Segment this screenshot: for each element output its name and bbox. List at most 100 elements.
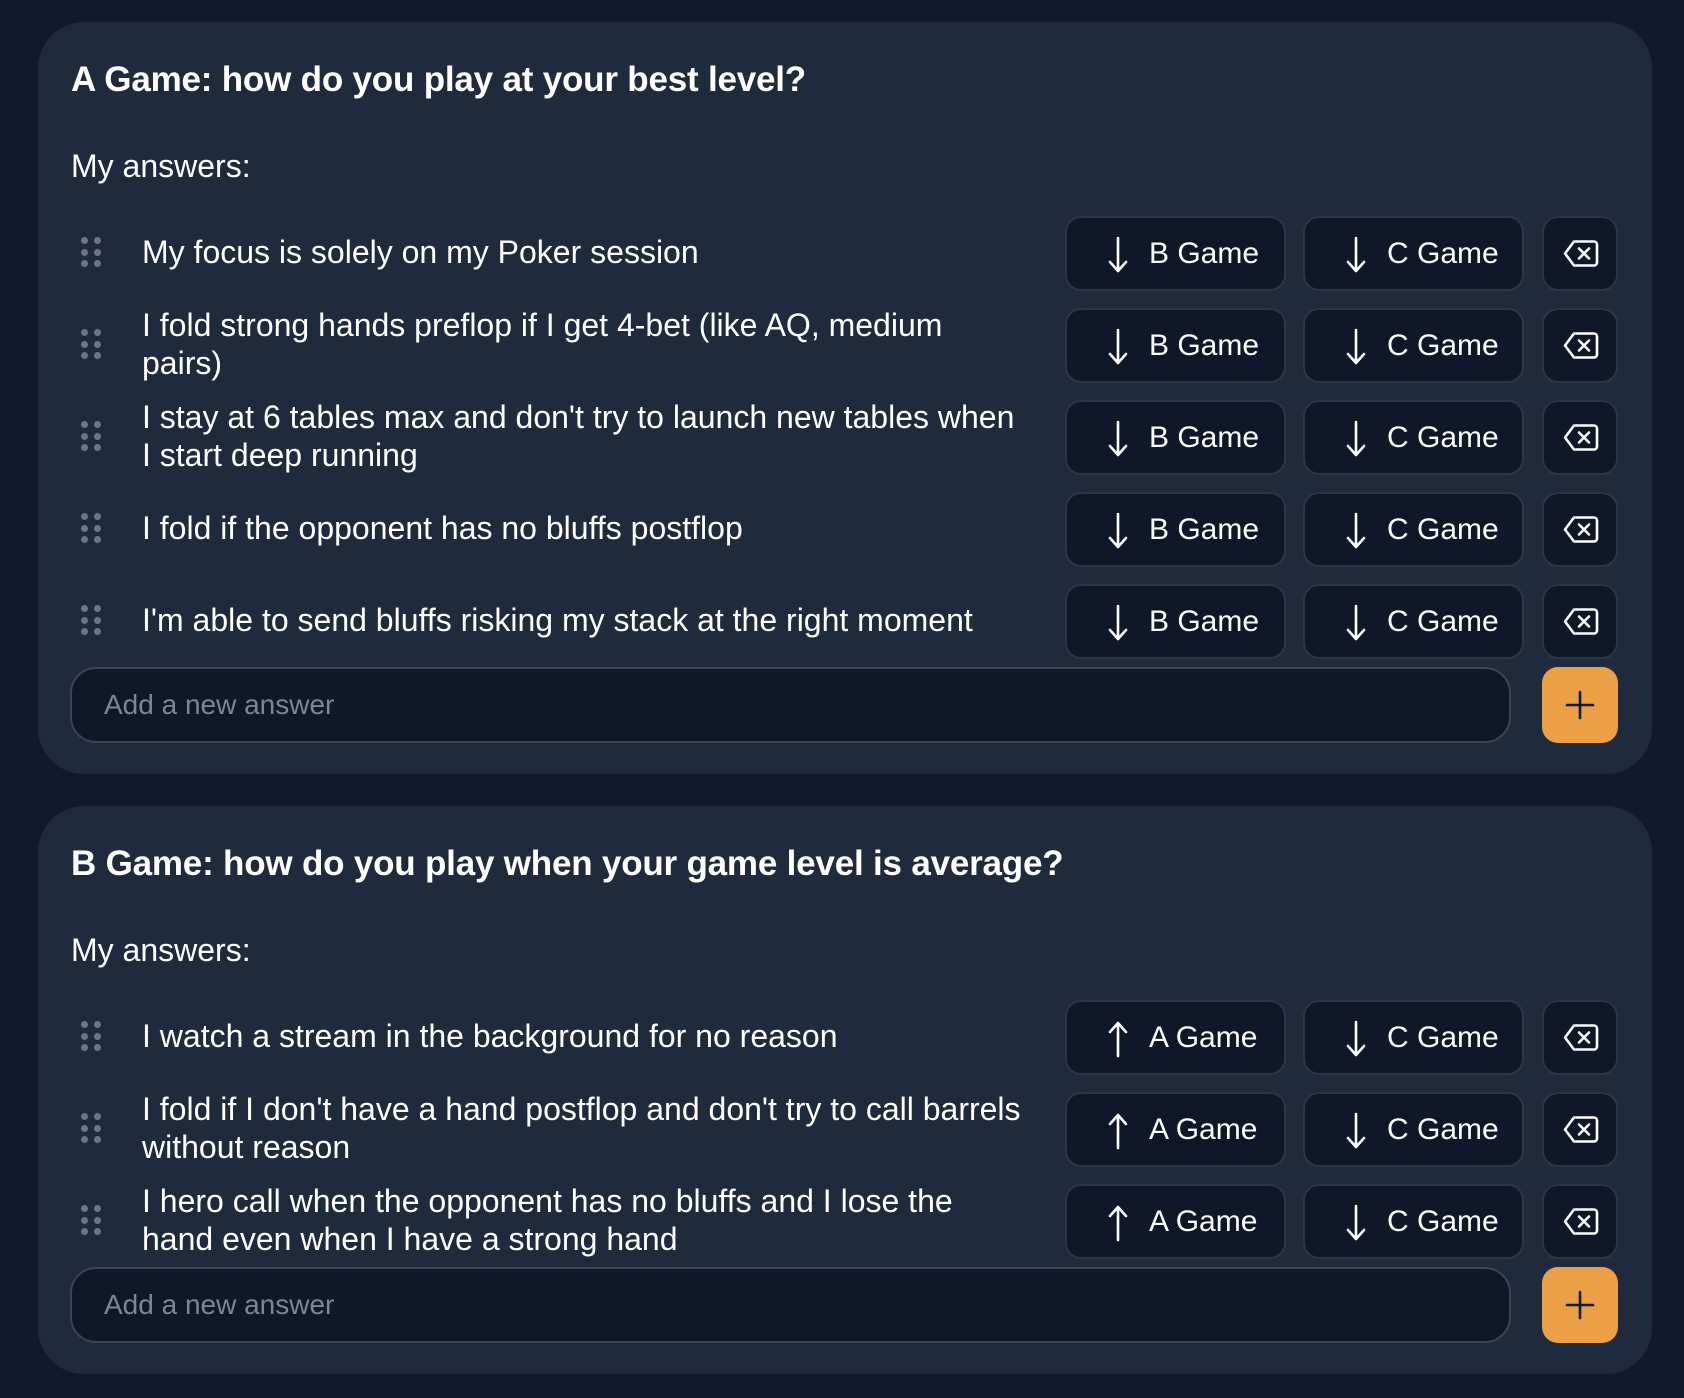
drag-handle-icon[interactable] bbox=[81, 237, 101, 267]
move-button-label: B Game bbox=[1149, 605, 1260, 638]
move-to-c-game-button[interactable]: C Game bbox=[1303, 1092, 1524, 1167]
move-to-b-game-button[interactable]: B Game bbox=[1065, 308, 1286, 383]
move-to-c-game-button[interactable]: C Game bbox=[1303, 1184, 1524, 1259]
arrow-down-icon bbox=[1346, 328, 1366, 365]
move-button-label: C Game bbox=[1387, 237, 1499, 270]
answers-label: My answers: bbox=[71, 148, 251, 184]
add-answer-button[interactable] bbox=[1542, 667, 1618, 743]
answer-text: I'm able to send bluffs risking my stack… bbox=[142, 602, 973, 638]
backspace-icon bbox=[1563, 608, 1599, 635]
section-title: A Game: how do you play at your best lev… bbox=[71, 60, 806, 99]
arrow-up-icon bbox=[1108, 1205, 1128, 1242]
delete-answer-button[interactable] bbox=[1542, 1092, 1618, 1167]
move-button-label: C Game bbox=[1387, 513, 1499, 546]
answer-row: I stay at 6 tables max and don't try to … bbox=[38, 390, 1652, 482]
delete-answer-button[interactable] bbox=[1542, 216, 1618, 291]
answers-label: My answers: bbox=[71, 932, 251, 968]
add-answer-row bbox=[38, 667, 1652, 743]
drag-handle-icon[interactable] bbox=[81, 513, 101, 543]
answer-row: My focus is solely on my Poker session B… bbox=[38, 206, 1652, 298]
move-to-a-game-button[interactable]: A Game bbox=[1065, 1184, 1286, 1259]
move-button-label: C Game bbox=[1387, 421, 1499, 454]
move-button-label: B Game bbox=[1149, 329, 1260, 362]
arrow-down-icon bbox=[1346, 1020, 1366, 1057]
delete-answer-button[interactable] bbox=[1542, 584, 1618, 659]
answers-list: I watch a stream in the background for n… bbox=[38, 990, 1652, 1266]
answers-list: My focus is solely on my Poker session B… bbox=[38, 206, 1652, 666]
delete-answer-button[interactable] bbox=[1542, 400, 1618, 475]
arrow-down-icon bbox=[1346, 420, 1366, 457]
page: A Game: how do you play at your best lev… bbox=[0, 0, 1684, 1398]
move-to-c-game-button[interactable]: C Game bbox=[1303, 492, 1524, 567]
move-button-label: B Game bbox=[1149, 513, 1260, 546]
move-to-a-game-button[interactable]: A Game bbox=[1065, 1000, 1286, 1075]
answer-row: I hero call when the opponent has no blu… bbox=[38, 1174, 1652, 1266]
arrow-up-icon bbox=[1108, 1113, 1128, 1150]
add-answer-button[interactable] bbox=[1542, 1267, 1618, 1343]
drag-handle-icon[interactable] bbox=[81, 605, 101, 635]
move-to-b-game-button[interactable]: B Game bbox=[1065, 216, 1286, 291]
arrow-down-icon bbox=[1346, 1112, 1366, 1149]
move-to-c-game-button[interactable]: C Game bbox=[1303, 308, 1524, 383]
move-button-label: A Game bbox=[1149, 1205, 1258, 1238]
arrow-down-icon bbox=[1108, 420, 1128, 457]
arrow-down-icon bbox=[1108, 604, 1128, 641]
move-to-b-game-button[interactable]: B Game bbox=[1065, 492, 1286, 567]
arrow-down-icon bbox=[1108, 512, 1128, 549]
arrow-down-icon bbox=[1346, 512, 1366, 549]
move-button-label: A Game bbox=[1149, 1021, 1258, 1054]
backspace-icon bbox=[1563, 1116, 1599, 1143]
delete-answer-button[interactable] bbox=[1542, 308, 1618, 383]
answer-text: I watch a stream in the background for n… bbox=[142, 1018, 838, 1054]
move-button-label: B Game bbox=[1149, 421, 1260, 454]
backspace-icon bbox=[1563, 332, 1599, 359]
answer-text: I fold if the opponent has no bluffs pos… bbox=[142, 510, 743, 546]
answer-row: I fold if I don't have a hand postflop a… bbox=[38, 1082, 1652, 1174]
drag-handle-icon[interactable] bbox=[81, 1021, 101, 1051]
drag-handle-icon[interactable] bbox=[81, 1113, 101, 1143]
move-button-label: A Game bbox=[1149, 1113, 1258, 1146]
add-answer-input[interactable] bbox=[70, 1267, 1511, 1343]
answer-text: I fold if I don't have a hand postflop a… bbox=[142, 1091, 1021, 1165]
arrow-down-icon bbox=[1346, 1204, 1366, 1241]
backspace-icon bbox=[1563, 1024, 1599, 1051]
move-button-label: C Game bbox=[1387, 1021, 1499, 1054]
drag-handle-icon[interactable] bbox=[81, 329, 101, 359]
move-to-c-game-button[interactable]: C Game bbox=[1303, 1000, 1524, 1075]
backspace-icon bbox=[1563, 516, 1599, 543]
plus-icon bbox=[1565, 690, 1595, 720]
delete-answer-button[interactable] bbox=[1542, 1000, 1618, 1075]
move-to-b-game-button[interactable]: B Game bbox=[1065, 400, 1286, 475]
move-button-label: C Game bbox=[1387, 605, 1499, 638]
answer-row: I fold if the opponent has no bluffs pos… bbox=[38, 482, 1652, 574]
plus-icon bbox=[1565, 1290, 1595, 1320]
move-to-c-game-button[interactable]: C Game bbox=[1303, 400, 1524, 475]
arrow-down-icon bbox=[1346, 604, 1366, 641]
add-answer-row bbox=[38, 1267, 1652, 1343]
move-to-c-game-button[interactable]: C Game bbox=[1303, 584, 1524, 659]
answer-row: I'm able to send bluffs risking my stack… bbox=[38, 574, 1652, 666]
arrow-up-icon bbox=[1108, 1021, 1128, 1058]
backspace-icon bbox=[1563, 240, 1599, 267]
answer-text: I hero call when the opponent has no blu… bbox=[142, 1183, 953, 1257]
arrow-down-icon bbox=[1108, 236, 1128, 273]
answer-text: I fold strong hands preflop if I get 4-b… bbox=[142, 307, 943, 381]
delete-answer-button[interactable] bbox=[1542, 492, 1618, 567]
delete-answer-button[interactable] bbox=[1542, 1184, 1618, 1259]
answer-row: I fold strong hands preflop if I get 4-b… bbox=[38, 298, 1652, 390]
section-a-game: A Game: how do you play at your best lev… bbox=[38, 22, 1652, 774]
section-b-game: B Game: how do you play when your game l… bbox=[38, 806, 1652, 1374]
arrow-down-icon bbox=[1346, 236, 1366, 273]
add-answer-input[interactable] bbox=[70, 667, 1511, 743]
arrow-down-icon bbox=[1108, 328, 1128, 365]
answer-row: I watch a stream in the background for n… bbox=[38, 990, 1652, 1082]
move-button-label: B Game bbox=[1149, 237, 1260, 270]
drag-handle-icon[interactable] bbox=[81, 421, 101, 451]
move-to-c-game-button[interactable]: C Game bbox=[1303, 216, 1524, 291]
move-to-a-game-button[interactable]: A Game bbox=[1065, 1092, 1286, 1167]
move-to-b-game-button[interactable]: B Game bbox=[1065, 584, 1286, 659]
drag-handle-icon[interactable] bbox=[81, 1205, 101, 1235]
backspace-icon bbox=[1563, 1208, 1599, 1235]
section-title: B Game: how do you play when your game l… bbox=[71, 844, 1064, 883]
backspace-icon bbox=[1563, 424, 1599, 451]
